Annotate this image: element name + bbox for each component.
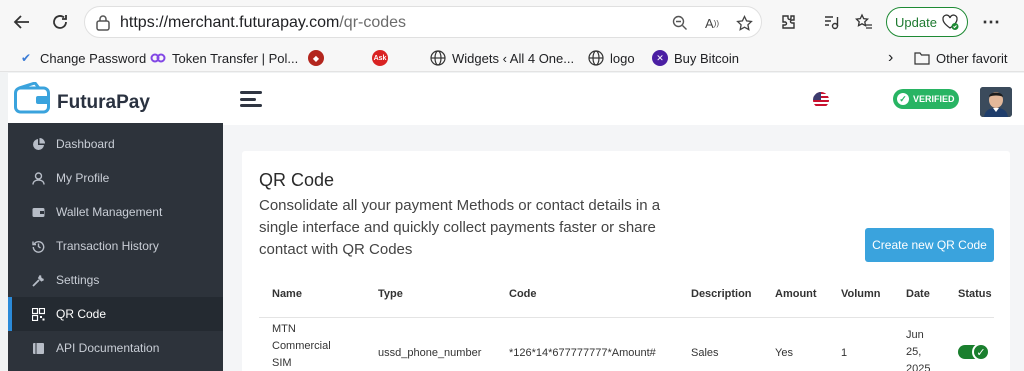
- sidebar-item-label: API Documentation: [56, 341, 160, 355]
- folder-icon: [914, 50, 930, 66]
- cell-date: Jun 25, 2025: [906, 329, 931, 371]
- brand-name: FuturaPay: [57, 92, 150, 113]
- favorite-star-icon[interactable]: [734, 13, 754, 33]
- cell-name: MTN Commercial SIM: [272, 323, 331, 369]
- cell-code: *126*14*677777777*Amount#: [509, 347, 656, 359]
- pie-chart-icon: [30, 136, 46, 152]
- site-info-icon[interactable]: [93, 13, 113, 33]
- sidebar-item-dashboard[interactable]: Dashboard: [8, 127, 223, 161]
- column-header-volumn[interactable]: Volumn: [841, 288, 881, 300]
- bookmark-logo[interactable]: logo: [588, 49, 635, 67]
- sidebar-item-my-profile[interactable]: My Profile: [8, 161, 223, 195]
- shield-badge-icon: ◆: [308, 50, 324, 66]
- verified-badge: ✓ VERIFIED: [893, 89, 959, 109]
- wrench-icon: [30, 272, 46, 288]
- column-header-code[interactable]: Code: [509, 288, 537, 300]
- polygon-icon: [150, 50, 166, 66]
- user-icon: [30, 170, 46, 186]
- app-page: FuturaPay ✓ VERIFIED Dashboard My Profil…: [8, 73, 1024, 371]
- address-bar[interactable]: https://merchant.futurapay.com/qr-codes …: [84, 6, 762, 38]
- menu-toggle-icon[interactable]: [240, 91, 262, 107]
- wallet-icon: [30, 204, 46, 220]
- column-header-date[interactable]: Date: [906, 288, 930, 300]
- media-control-icon[interactable]: [820, 11, 842, 33]
- page-title: QR Code: [259, 170, 335, 190]
- qr-code-icon: [30, 306, 46, 322]
- qr-code-card: QR Code Consolidate all your payment Met…: [242, 151, 1010, 371]
- page-description: Consolidate all your payment Methods or …: [259, 197, 661, 258]
- brand-logo[interactable]: FuturaPay: [8, 73, 223, 123]
- create-qr-code-button[interactable]: Create new QR Code: [865, 228, 994, 262]
- bookmark-label: Token Transfer | Pol...: [172, 50, 299, 66]
- sidebar-item-label: QR Code: [56, 307, 107, 321]
- bookmark-label: logo: [610, 50, 635, 66]
- other-favorites-folder[interactable]: Other favorit: [914, 49, 1024, 67]
- read-aloud-icon[interactable]: A)): [702, 13, 722, 33]
- bitcoin-icon: ✕: [652, 50, 668, 66]
- heart-pulse-icon: [941, 13, 959, 31]
- other-favorites-label: Other favorit: [936, 50, 1008, 66]
- cell-type: ussd_phone_number: [378, 347, 482, 359]
- sidebar-item-label: Wallet Management: [56, 205, 163, 219]
- url-path: /qr-codes: [339, 14, 407, 31]
- sidebar: Dashboard My Profile Wallet Management T…: [8, 123, 223, 371]
- browser-toolbar: https://merchant.futurapay.com/qr-codes …: [0, 0, 1024, 44]
- sidebar-item-label: Settings: [56, 273, 100, 287]
- bookmark-ask[interactable]: Ask: [372, 49, 394, 67]
- sidebar-item-label: Dashboard: [56, 137, 115, 151]
- cell-description: Sales: [691, 347, 719, 359]
- bookmark-widgets[interactable]: Widgets ‹ All 4 One...: [430, 49, 574, 67]
- status-toggle[interactable]: ✓: [958, 343, 990, 361]
- avatar[interactable]: [980, 87, 1012, 117]
- column-header-type[interactable]: Type: [378, 288, 403, 300]
- bookmark-label: Widgets ‹ All 4 One...: [452, 50, 575, 66]
- cell-amount: Yes: [775, 347, 793, 359]
- check-icon: ✓: [972, 343, 990, 361]
- check-circle-icon: ✓: [897, 93, 909, 105]
- column-header-description[interactable]: Description: [691, 288, 752, 300]
- column-header-name[interactable]: Name: [272, 288, 302, 300]
- bookmark-label: Change Password: [40, 50, 147, 66]
- globe-icon: [430, 50, 446, 66]
- more-options-icon[interactable]: ⋯: [980, 11, 1002, 33]
- sidebar-item-api-documentation[interactable]: API Documentation: [8, 331, 223, 365]
- sidebar-item-label: Transaction History: [56, 239, 159, 253]
- update-button[interactable]: Update: [886, 7, 968, 37]
- bookmarks-bar: ✔ Change Password Token Transfer | Pol..…: [0, 44, 1024, 72]
- bookmark-change-password[interactable]: ✔ Change Password: [18, 49, 146, 67]
- cell-volumn: 1: [841, 347, 848, 359]
- bookmark-token-transfer[interactable]: Token Transfer | Pol...: [150, 49, 298, 67]
- sidebar-item-label: My Profile: [56, 171, 110, 185]
- sidebar-item-settings[interactable]: Settings: [8, 263, 223, 297]
- sidebar-item-transaction-history[interactable]: Transaction History: [8, 229, 223, 263]
- url-host: https://merchant.futurapay.com: [120, 14, 340, 31]
- zoom-icon[interactable]: [670, 13, 690, 33]
- refresh-icon[interactable]: [46, 8, 74, 36]
- bookmark-label: Buy Bitcoin: [674, 50, 740, 66]
- history-icon: [30, 238, 46, 254]
- globe-icon: [588, 50, 604, 66]
- favorites-icon[interactable]: [853, 11, 875, 33]
- bookmark-shield-site[interactable]: ◆: [308, 49, 330, 67]
- table-divider: [259, 317, 994, 318]
- bookmark-buy-bitcoin[interactable]: ✕ Buy Bitcoin: [652, 49, 739, 67]
- extensions-icon[interactable]: [777, 11, 799, 33]
- url-text: https://merchant.futurapay.com/qr-codes: [120, 14, 406, 32]
- sidebar-item-qr-code[interactable]: QR Code: [8, 297, 223, 331]
- book-icon: [30, 340, 46, 356]
- update-label: Update: [895, 14, 937, 30]
- check-mark-icon: ✔: [20, 51, 32, 65]
- bookmarks-overflow-chevron-icon[interactable]: ›: [888, 49, 893, 67]
- back-arrow-icon[interactable]: [8, 8, 36, 36]
- sidebar-item-wallet-management[interactable]: Wallet Management: [8, 195, 223, 229]
- wallet-logo-icon: [14, 82, 50, 114]
- column-header-amount[interactable]: Amount: [775, 288, 817, 300]
- verified-label: VERIFIED: [913, 94, 955, 104]
- ask-icon: Ask: [372, 50, 388, 66]
- us-flag-icon[interactable]: [813, 92, 829, 108]
- column-header-status[interactable]: Status: [958, 288, 992, 300]
